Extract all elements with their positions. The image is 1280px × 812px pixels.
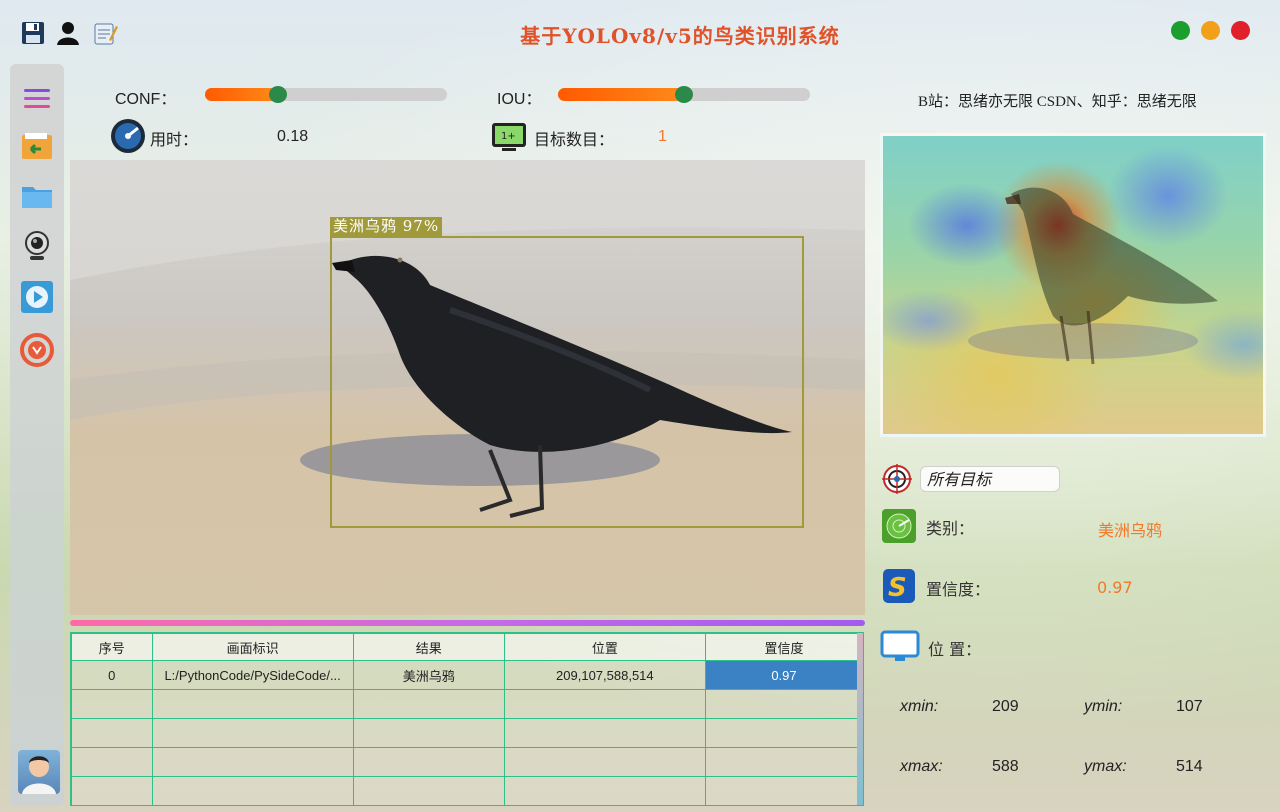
table-row-empty[interactable] (71, 747, 863, 777)
save-icon[interactable] (20, 20, 48, 48)
conf-slider-fill (205, 88, 278, 101)
notes-icon[interactable] (92, 20, 120, 48)
folder-icon[interactable] (20, 179, 54, 213)
credit-text: B站：思绪亦无限 CSDN、知乎：思绪无限 (918, 94, 1197, 110)
conf-label: CONF： (115, 91, 177, 108)
monitor-count-icon: 1+ (490, 121, 528, 153)
table-scrollbar[interactable] (857, 633, 863, 805)
window-close-button[interactable] (1231, 21, 1250, 40)
speedometer-icon (110, 118, 146, 154)
progress-bar (70, 620, 865, 626)
xmax-value: 588 (992, 758, 1019, 775)
table-header-result[interactable]: 结果 (352, 633, 505, 661)
conf-slider-thumb[interactable] (268, 86, 287, 103)
table-cell-index[interactable]: 0 (71, 660, 153, 690)
iou-slider[interactable] (558, 86, 810, 103)
time-label: 用时： (150, 132, 199, 149)
window-green-button[interactable] (1171, 21, 1190, 40)
confidence-icon: S (882, 568, 916, 604)
class-label: 类别： (926, 519, 975, 538)
table-header-confidence[interactable]: 置信度 (704, 633, 863, 661)
results-table: 序号 画面标识 结果 位置 置信度 0 L:/PythonCode/PySide… (70, 632, 864, 806)
target-select[interactable]: 所有目标 (920, 466, 1060, 492)
time-value: 0.18 (277, 128, 309, 145)
xmax-label: xmax: (900, 758, 943, 775)
position-monitor-icon (880, 630, 920, 664)
video-icon[interactable] (20, 280, 54, 314)
svg-text:1+: 1+ (501, 131, 516, 142)
detection-image: 美洲乌鸦 97% (70, 160, 865, 615)
table-row-empty[interactable] (71, 718, 863, 748)
table-row-empty[interactable] (71, 776, 863, 805)
target-icon (882, 464, 912, 494)
menu-icon[interactable] (20, 82, 54, 116)
bounding-box (330, 236, 804, 528)
confidence-value: 0.97 (1097, 578, 1133, 597)
conf-slider[interactable] (205, 86, 447, 103)
table-header-source[interactable]: 画面标识 (151, 633, 354, 661)
count-value: 1 (658, 128, 667, 145)
detection-label: 美洲乌鸦 97% (330, 217, 443, 236)
table-row-empty[interactable] (71, 689, 863, 719)
table-header-row: 序号 画面标识 结果 位置 置信度 (71, 633, 863, 661)
ymax-value: 514 (1176, 758, 1203, 775)
xmin-label: xmin: (900, 698, 939, 715)
table-header-index[interactable]: 序号 (71, 633, 153, 661)
ymin-label: ymin: (1084, 698, 1123, 715)
radar-icon (881, 508, 917, 544)
heatmap-image (880, 133, 1266, 437)
table-cell-result[interactable]: 美洲乌鸦 (352, 660, 505, 690)
window-minimize-button[interactable] (1201, 21, 1220, 40)
table-header-position[interactable]: 位置 (503, 633, 706, 661)
user-icon[interactable] (55, 20, 83, 48)
ymin-value: 107 (1176, 698, 1203, 715)
stop-icon[interactable] (20, 333, 54, 367)
avatar[interactable] (18, 750, 60, 794)
ymax-label: ymax: (1084, 758, 1127, 775)
count-label: 目标数目： (534, 132, 615, 149)
svg-text:S: S (888, 573, 907, 603)
webcam-icon[interactable] (20, 229, 54, 263)
table-cell-source[interactable]: L:/PythonCode/PySideCode/... (151, 660, 354, 690)
position-label: 位 置： (928, 640, 982, 659)
iou-label: IOU： (497, 91, 542, 108)
sidebar (10, 64, 64, 806)
table-cell-confidence[interactable]: 0.97 (704, 660, 863, 690)
confidence-label: 置信度： (926, 580, 991, 599)
app-title: 基于YOLOv8/v5的鸟类识别系统 (520, 24, 840, 48)
xmin-value: 209 (992, 698, 1019, 715)
iou-slider-fill (558, 88, 684, 101)
table-row[interactable]: 0 L:/PythonCode/PySideCode/... 美洲乌鸦 209,… (71, 660, 863, 690)
class-value: 美洲乌鸦 (1098, 521, 1163, 540)
open-folder-icon[interactable] (20, 129, 54, 163)
iou-slider-thumb[interactable] (675, 86, 693, 103)
table-cell-position[interactable]: 209,107,588,514 (503, 660, 706, 690)
